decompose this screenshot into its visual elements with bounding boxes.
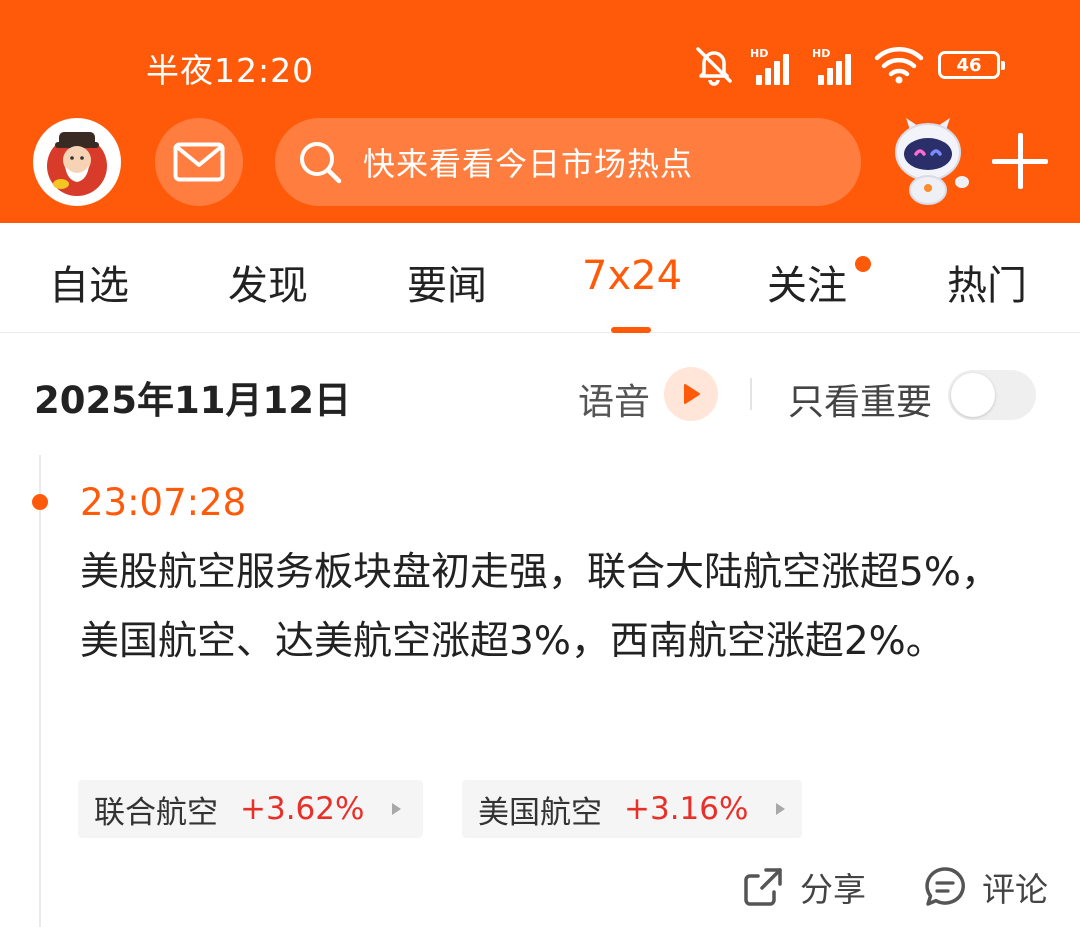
share-button[interactable]: 分享: [742, 862, 866, 912]
avatar[interactable]: [33, 118, 121, 206]
ai-assistant-button[interactable]: [880, 112, 976, 208]
status-time: 半夜12:20: [146, 51, 315, 90]
wifi-icon: [874, 47, 924, 84]
plus-icon[interactable]: [992, 133, 1048, 189]
timeline-dot: [32, 494, 48, 510]
play-icon: [684, 384, 700, 404]
tab-following[interactable]: 关注: [767, 253, 847, 311]
chevron-right-icon: [392, 803, 402, 815]
battery-icon: 46: [938, 51, 1005, 79]
voice-label[interactable]: 语音: [578, 373, 650, 425]
feed-date: 2025年11月12日: [34, 379, 351, 422]
timeline-line: [39, 455, 41, 927]
message-button[interactable]: [155, 118, 243, 206]
signal-icon: HD: [750, 45, 798, 85]
comment-button[interactable]: 评论: [924, 862, 1048, 912]
stock-name: 联合航空: [94, 794, 218, 831]
stock-chip-united-airlines[interactable]: 联合航空 +3.62%: [78, 780, 423, 838]
mail-icon: [173, 142, 225, 182]
search-bar[interactable]: 快来看看今日市场热点: [275, 118, 861, 206]
tab-discover[interactable]: 发现: [228, 253, 308, 311]
important-only-toggle[interactable]: [948, 370, 1036, 420]
news-text[interactable]: 美股航空服务板块盘初走强，联合大陆航空涨超5%，美国航空、达美航空涨超3%，西南…: [80, 538, 1030, 676]
app-header: 半夜12:20 HD HD 46 快来看看今日市场热点: [0, 0, 1080, 223]
stock-change: +3.62%: [240, 791, 365, 827]
stock-name: 美国航空: [478, 794, 602, 831]
status-icons: HD HD 46: [692, 40, 1005, 90]
tab-hot[interactable]: 热门: [947, 253, 1027, 311]
important-only-label: 只看重要: [788, 382, 933, 423]
stock-chip-american-airlines[interactable]: 美国航空 +3.16%: [462, 780, 802, 838]
divider: [750, 378, 752, 410]
share-icon: [744, 868, 782, 906]
tab-7x24[interactable]: 7x24: [582, 253, 682, 299]
news-time: 23:07:28: [80, 481, 247, 524]
tab-headlines[interactable]: 要闻: [407, 253, 487, 311]
comment-label: 评论: [982, 870, 1048, 909]
robot-assistant-icon: [895, 118, 969, 205]
fortune-god-avatar-icon: [47, 132, 107, 196]
tab-watchlist[interactable]: 自选: [49, 253, 129, 311]
search-placeholder: 快来看看今日市场热点: [363, 145, 694, 183]
signal-icon-2: HD: [812, 45, 860, 85]
chevron-right-icon: [776, 803, 786, 815]
share-label: 分享: [800, 870, 866, 909]
toggle-knob: [951, 373, 995, 417]
voice-play-button[interactable]: [664, 367, 718, 421]
channel-tabs: 自选 发现 要闻 7x24 关注 热门: [0, 223, 1080, 333]
comment-icon: [925, 867, 965, 906]
following-new-badge: [855, 256, 871, 272]
mute-bell-icon: [696, 47, 732, 86]
search-icon: [300, 142, 342, 184]
active-tab-indicator: [611, 327, 651, 333]
stock-change: +3.16%: [624, 791, 749, 827]
